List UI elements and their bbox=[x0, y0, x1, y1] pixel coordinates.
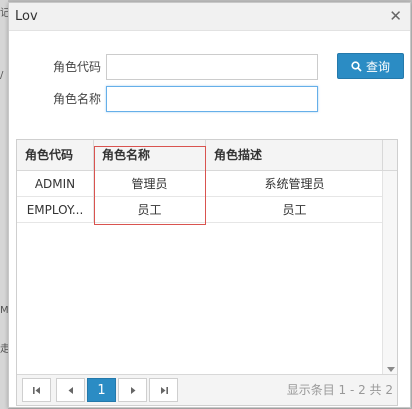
cell-role-code: ADMIN bbox=[17, 171, 94, 197]
table-row[interactable]: EMPLOY... 员工 员工 bbox=[17, 197, 383, 223]
role-name-row: 角色名称 bbox=[9, 86, 410, 112]
search-form: 角色代码 角色名称 查询 bbox=[9, 31, 410, 131]
role-name-label: 角色名称 bbox=[52, 92, 101, 106]
close-icon[interactable]: ✕ bbox=[389, 9, 402, 24]
grid-header: 角色代码 角色名称 角色描述 bbox=[17, 140, 397, 171]
role-name-input[interactable] bbox=[106, 86, 318, 112]
page-button-current[interactable]: 1 bbox=[87, 378, 116, 402]
last-page-button[interactable] bbox=[149, 378, 178, 402]
search-icon bbox=[351, 60, 362, 72]
pager-info: 显示条目 1 - 2 共 2 bbox=[286, 383, 393, 397]
cell-role-name: 员工 bbox=[94, 197, 206, 223]
scroll-down-icon[interactable] bbox=[387, 367, 395, 372]
background-text: 记 bbox=[0, 8, 8, 19]
dialog-title: Lov bbox=[15, 9, 38, 24]
role-code-input[interactable] bbox=[106, 54, 318, 80]
dialog-titlebar: Lov ✕ bbox=[9, 3, 410, 31]
next-page-icon bbox=[130, 386, 135, 394]
vertical-scrollbar[interactable] bbox=[382, 171, 397, 376]
background-text: / bbox=[0, 70, 4, 81]
background-text: 走 bbox=[0, 344, 8, 355]
next-page-button[interactable] bbox=[118, 378, 147, 402]
cell-role-code: EMPLOY... bbox=[17, 197, 94, 223]
query-button-label: 查询 bbox=[365, 59, 390, 74]
lov-dialog: Lov ✕ 角色代码 角色名称 查询 角色代码 角色名称 角色描述 ADMIN … bbox=[8, 2, 411, 408]
role-grid: 角色代码 角色名称 角色描述 ADMIN 管理员 系统管理员 EMPLOY...… bbox=[16, 139, 398, 406]
cell-role-name: 管理员 bbox=[94, 171, 206, 197]
pager: 1 显示条目 1 - 2 共 2 bbox=[17, 374, 397, 405]
first-page-icon bbox=[32, 386, 40, 394]
last-page-icon bbox=[160, 386, 168, 394]
header-filler bbox=[383, 140, 398, 171]
query-button[interactable]: 查询 bbox=[337, 53, 404, 79]
cell-role-desc: 系统管理员 bbox=[264, 177, 325, 191]
column-header-role-desc[interactable]: 角色描述 bbox=[206, 140, 383, 171]
role-code-label: 角色代码 bbox=[52, 60, 101, 74]
background-text: M bbox=[0, 305, 8, 316]
prev-page-button[interactable] bbox=[56, 378, 85, 402]
column-header-role-name[interactable]: 角色名称 bbox=[94, 140, 206, 171]
column-header-role-code[interactable]: 角色代码 bbox=[17, 140, 94, 171]
prev-page-icon bbox=[68, 386, 73, 394]
first-page-button[interactable] bbox=[22, 378, 51, 402]
table-row[interactable]: ADMIN 管理员 系统管理员 bbox=[17, 171, 383, 197]
cell-role-desc: 员工 bbox=[282, 203, 307, 217]
